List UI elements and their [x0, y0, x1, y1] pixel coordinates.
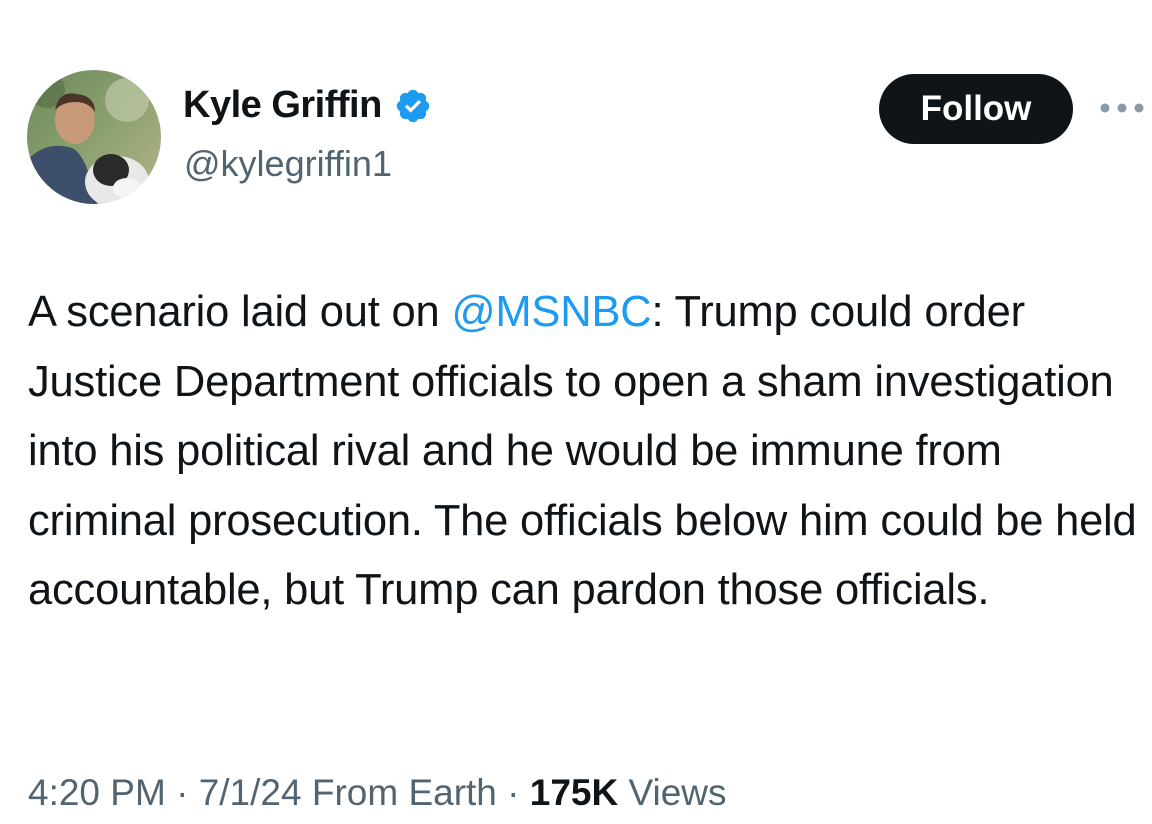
tweet-text-after: : Trump could order Justice Department o… [28, 288, 1137, 614]
avatar[interactable] [27, 70, 161, 204]
author-display-name[interactable]: Kyle Griffin [183, 84, 382, 127]
author-name-row: Kyle Griffin [183, 84, 432, 127]
mention-link[interactable]: @MSNBC [451, 288, 651, 336]
tweet-text: A scenario laid out on @MSNBC: Trump cou… [28, 278, 1146, 626]
meta-separator: · [496, 772, 530, 813]
more-dots-icon [1100, 103, 1144, 113]
tweet-date-location[interactable]: 7/1/24 From Earth [199, 772, 497, 813]
tweet-time[interactable]: 4:20 PM [28, 772, 166, 813]
tweet-text-before: A scenario laid out on [28, 288, 452, 336]
meta-separator: · [165, 772, 199, 813]
views-count: 175K [529, 772, 619, 813]
profile-photo-icon [27, 70, 161, 204]
tweet-metadata: 4:20 PM · 7/1/24 From Earth · 175K Views [28, 772, 727, 814]
follow-button[interactable]: Follow [879, 74, 1073, 144]
views-label: Views [618, 772, 727, 813]
author-handle[interactable]: @kylegriffin1 [184, 143, 392, 185]
more-options-button[interactable] [1098, 92, 1146, 124]
verified-badge-icon[interactable] [394, 87, 432, 125]
